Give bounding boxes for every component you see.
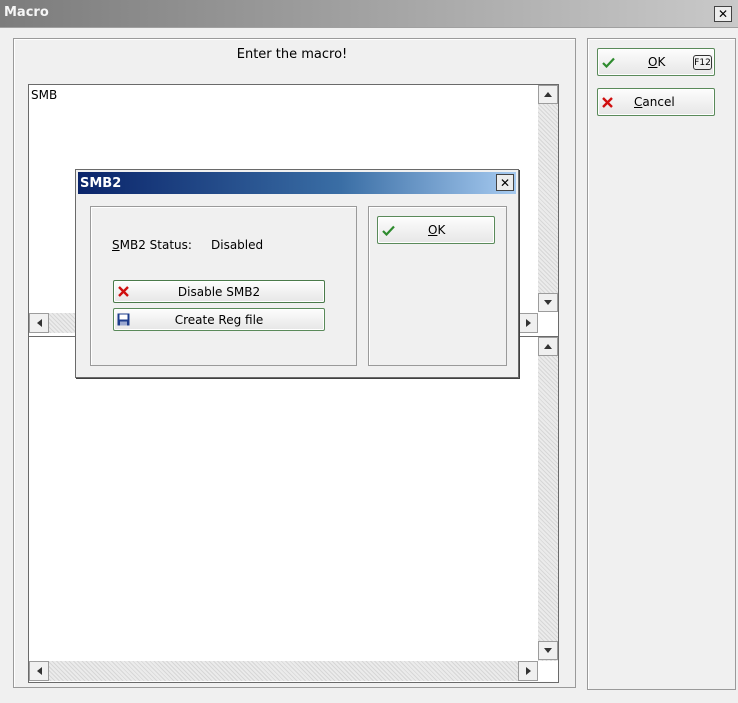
lower-horizontal-scrollbar[interactable] xyxy=(29,661,538,681)
arrow-up-icon xyxy=(544,92,552,97)
close-icon: ✕ xyxy=(499,175,511,190)
prompt-label: Enter the macro! xyxy=(236,47,348,62)
dialog-ok-button[interactable]: OK xyxy=(377,216,495,244)
arrow-right-icon xyxy=(525,319,531,327)
smb2-status-value: Disabled xyxy=(211,238,264,252)
scroll-up-button[interactable] xyxy=(538,85,558,104)
window-titlebar: Macro ✕ xyxy=(0,0,738,28)
disable-smb2-label: Disable SMB2 xyxy=(177,284,261,299)
dialog-ok-label: K xyxy=(437,223,446,237)
scroll-up-button[interactable] xyxy=(538,337,558,356)
cancel-mnemonic: C xyxy=(634,95,643,109)
arrow-left-icon xyxy=(36,667,42,675)
create-reg-file-button[interactable]: Create Reg file xyxy=(113,308,325,331)
window-close-button[interactable]: ✕ xyxy=(714,6,732,22)
cancel-button[interactable]: Cancel xyxy=(597,88,715,116)
smb2-dialog: SMB2 ✕ SMB2 Status: Disabled Disable SMB… xyxy=(75,169,519,378)
arrow-up-icon xyxy=(544,344,552,349)
disable-smb2-button[interactable]: Disable SMB2 xyxy=(113,280,325,303)
scroll-left-button[interactable] xyxy=(29,313,49,333)
shortcut-badge: F12 xyxy=(693,55,712,70)
window-title: Macro xyxy=(4,5,49,20)
arrow-left-icon xyxy=(36,319,42,327)
scroll-left-button[interactable] xyxy=(29,661,49,681)
dialog-ok-mnemonic: O xyxy=(428,223,438,237)
dialog-titlebar: SMB2 ✕ xyxy=(78,172,516,194)
ok-label: K xyxy=(657,55,666,69)
macro-text: SMB xyxy=(31,88,58,102)
check-icon xyxy=(602,57,615,68)
smb2-status-label: SMB2 Status: xyxy=(112,238,192,252)
arrow-right-icon xyxy=(525,667,531,675)
scroll-down-button[interactable] xyxy=(538,293,558,312)
button-panel xyxy=(587,38,736,690)
arrow-down-icon xyxy=(544,300,552,305)
check-icon xyxy=(382,225,395,236)
ok-mnemonic: O xyxy=(648,55,658,69)
scroll-right-button[interactable] xyxy=(518,661,538,681)
macro-editor-lower[interactable] xyxy=(28,336,559,683)
cancel-x-icon xyxy=(602,97,613,108)
dialog-title: SMB2 xyxy=(80,176,122,191)
dialog-close-button[interactable]: ✕ xyxy=(496,174,514,191)
cancel-label: ancel xyxy=(642,95,675,109)
editor-vertical-scrollbar[interactable] xyxy=(538,85,558,312)
lower-vertical-scrollbar[interactable] xyxy=(538,337,558,661)
close-icon: ✕ xyxy=(717,7,729,21)
scroll-right-button[interactable] xyxy=(518,313,538,333)
arrow-down-icon xyxy=(544,648,552,653)
create-reg-file-label: Create Reg file xyxy=(174,312,264,327)
ok-button[interactable]: OK F12 xyxy=(597,48,715,76)
scroll-down-button[interactable] xyxy=(538,641,558,660)
